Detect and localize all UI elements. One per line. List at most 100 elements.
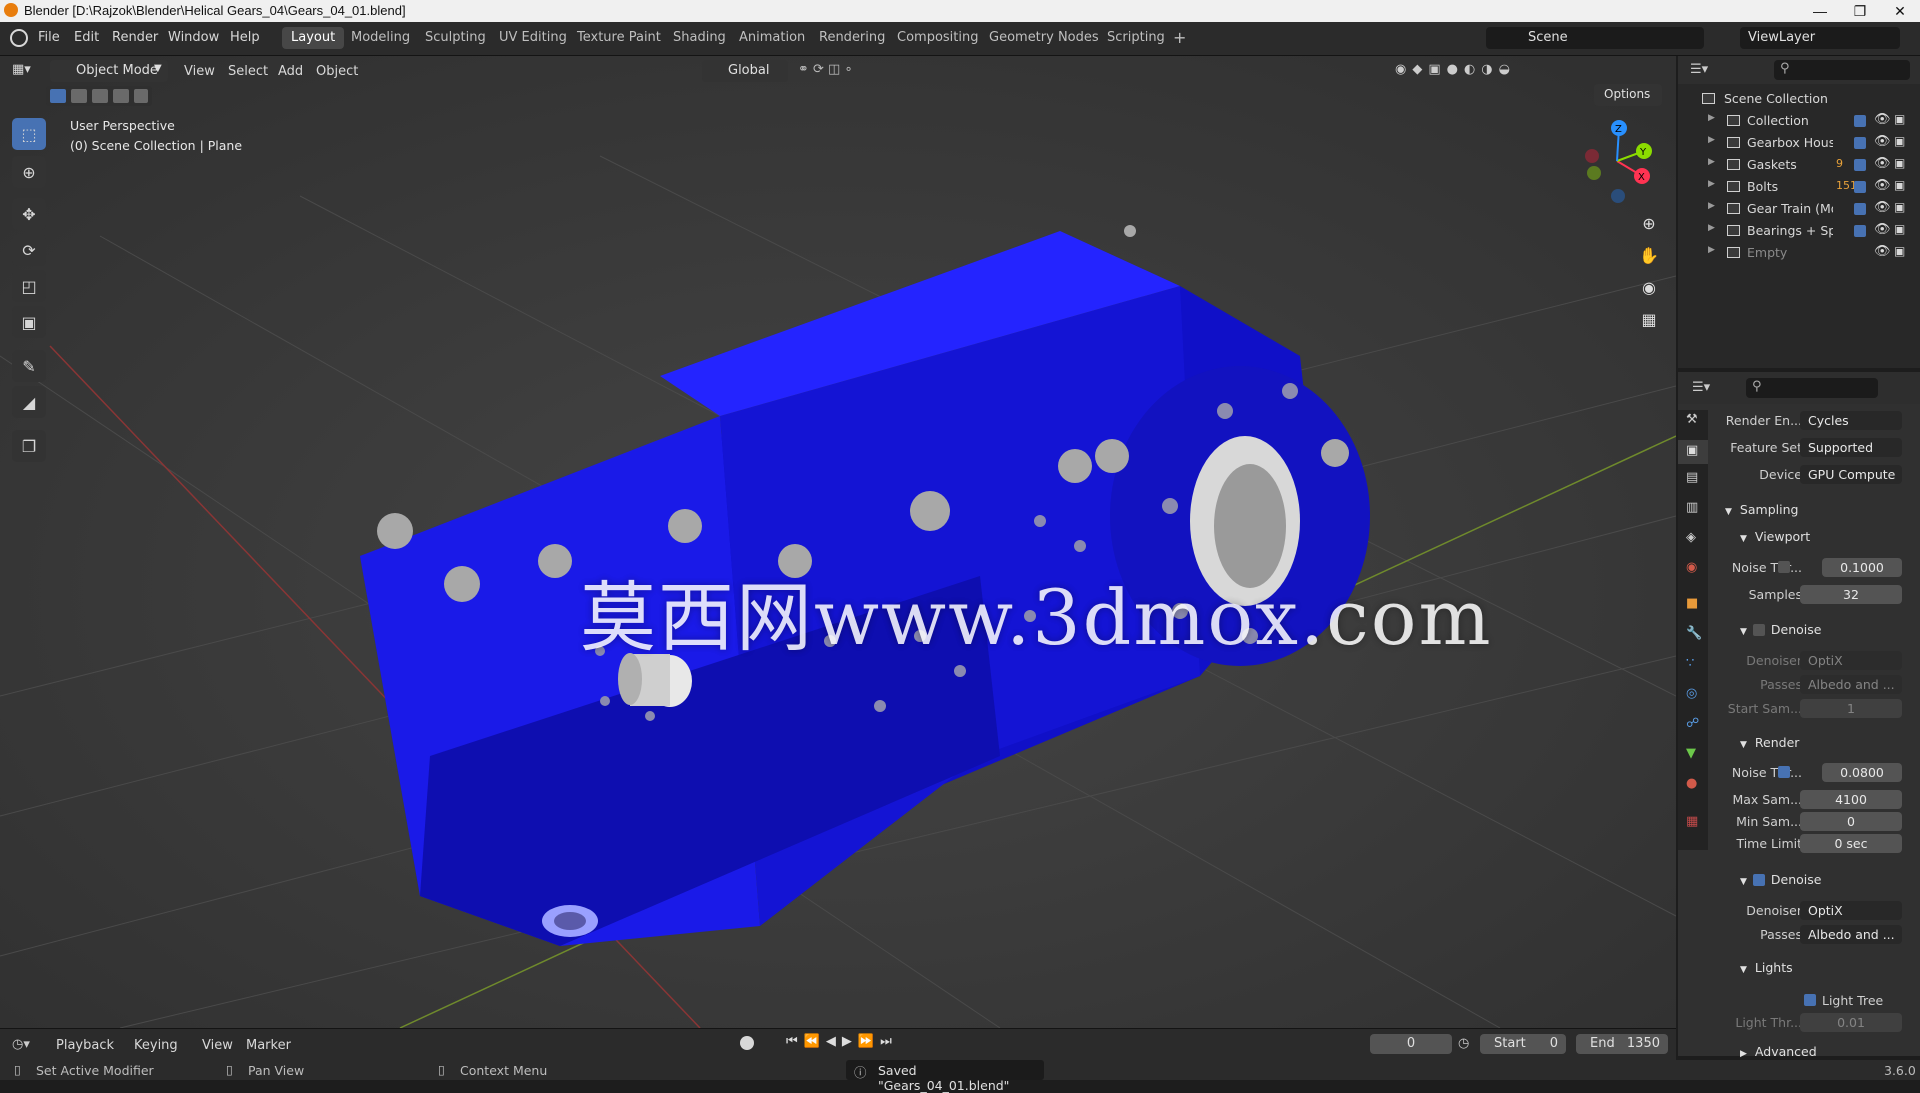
pan-hand-icon[interactable]: ✋ <box>1634 240 1664 270</box>
modifier-tab-icon[interactable]: 🔧 <box>1686 626 1702 641</box>
measure-tool[interactable]: ◢ <box>12 386 46 418</box>
minimize-icon[interactable]: — <box>1800 0 1840 22</box>
render-camera-icon[interactable]: ▣ <box>1894 156 1905 170</box>
eye-icon[interactable]: 👁 <box>1874 156 1891 171</box>
tab-sculpting[interactable]: Sculpting <box>416 27 495 49</box>
expand-arrow-icon[interactable]: ▶ <box>1708 179 1715 189</box>
data-tab-icon[interactable]: ▼ <box>1686 746 1696 761</box>
outliner-search-input[interactable]: ⚲ <box>1774 60 1910 80</box>
exclude-checkbox[interactable] <box>1854 181 1866 193</box>
expand-arrow-icon[interactable]: ▶ <box>1708 201 1715 211</box>
tab-rendering[interactable]: Rendering <box>810 27 894 49</box>
physics-tab-icon[interactable]: ◎ <box>1686 686 1697 701</box>
select-mode-buttons[interactable] <box>46 86 152 106</box>
menu-select[interactable]: Select <box>228 64 268 79</box>
outliner-item[interactable]: ▶ Bearings + Spac 👁▣ <box>1678 220 1920 242</box>
viewport-subsection[interactable]: ▼ Viewport <box>1740 529 1810 544</box>
tab-texture-paint[interactable]: Texture Paint <box>568 27 670 49</box>
eye-icon[interactable]: 👁 <box>1874 134 1891 149</box>
select-extend-icon[interactable] <box>71 89 87 103</box>
viewport-shading-icons[interactable]: ◉◆▣●◐◑◒ <box>1395 62 1665 80</box>
render-engine-dropdown[interactable]: Cycles <box>1800 411 1902 430</box>
render-camera-icon[interactable]: ▣ <box>1894 178 1905 192</box>
record-icon[interactable] <box>740 1036 754 1050</box>
scene-selector[interactable]: Scene <box>1486 27 1704 49</box>
property-value[interactable]: Albedo and ... <box>1800 675 1902 694</box>
select-box-tool[interactable]: ⬚ <box>12 118 46 150</box>
exclude-checkbox[interactable] <box>1854 159 1866 171</box>
menu-file[interactable]: File <box>38 30 60 45</box>
scene-tab-icon[interactable]: ◈ <box>1686 530 1696 545</box>
exclude-checkbox[interactable] <box>1854 137 1866 149</box>
property-value[interactable]: 32 <box>1800 585 1902 604</box>
add-cube-tool[interactable]: ❐ <box>12 430 46 462</box>
select-intersect-icon[interactable] <box>134 89 148 103</box>
feature-set-dropdown[interactable]: Supported <box>1800 438 1902 457</box>
outliner-item[interactable]: ▶ Collection 👁 ▣ <box>1678 110 1920 132</box>
rotate-tool[interactable]: ⟳ <box>12 234 46 266</box>
tab-layout[interactable]: Layout <box>282 27 345 49</box>
blender-menu-icon[interactable] <box>10 29 28 47</box>
exclude-checkbox[interactable] <box>1854 203 1866 215</box>
property-value[interactable]: 0 sec <box>1800 834 1902 853</box>
select-new-icon[interactable] <box>50 89 66 103</box>
select-invert-icon[interactable] <box>113 89 129 103</box>
property-value[interactable]: OptiX <box>1800 651 1902 670</box>
eye-icon[interactable]: 👁 <box>1874 200 1891 215</box>
outliner-item[interactable]: ▶ Gear Train (Movi 👁▣ <box>1678 198 1920 220</box>
tab-shading[interactable]: Shading <box>664 27 735 49</box>
particles-tab-icon[interactable]: ∵ <box>1686 656 1694 671</box>
render-tab[interactable]: ▣ <box>1678 440 1708 464</box>
enable-checkbox[interactable] <box>1778 561 1790 573</box>
menu-view[interactable]: View <box>184 64 215 79</box>
view-layer-tab-icon[interactable]: ▥ <box>1686 500 1698 515</box>
property-value[interactable]: 0.0800 <box>1822 763 1902 782</box>
property-value[interactable]: 4100 <box>1800 790 1902 809</box>
3d-viewport[interactable]: 莫西网www.3dmox.com ▦▾ Object Mode ▼ View S… <box>0 56 1676 1028</box>
render-camera-icon[interactable]: ▣ <box>1894 244 1905 258</box>
outliner-item[interactable]: ▶ Gaskets 9 👁 ▣ <box>1678 154 1920 176</box>
constraints-tab-icon[interactable]: ☍ <box>1686 716 1699 731</box>
tab-uv-editing[interactable]: UV Editing <box>490 27 576 49</box>
scale-tool[interactable]: ◰ <box>12 270 46 302</box>
exclude-checkbox[interactable] <box>1854 115 1866 127</box>
outliner-item[interactable]: ▶ Gearbox House 👁▣ <box>1678 132 1920 154</box>
lights-subsection[interactable]: ▼ Lights <box>1740 960 1793 975</box>
outliner-item[interactable]: ▶ Bolts 151 👁 ▣ <box>1678 176 1920 198</box>
select-subtract-icon[interactable] <box>92 89 108 103</box>
eye-icon[interactable]: 👁 <box>1874 222 1891 237</box>
transform-tool[interactable]: ▣ <box>12 306 46 338</box>
menu-keying[interactable]: Keying <box>134 1038 178 1053</box>
grid-toggle-icon[interactable]: ▦ <box>1634 304 1664 334</box>
menu-edit[interactable]: Edit <box>74 30 99 45</box>
world-tab-icon[interactable]: ◉ <box>1686 560 1697 575</box>
property-value[interactable]: 1 <box>1800 699 1902 718</box>
tool-tab-icon[interactable]: ⚒ <box>1686 412 1698 427</box>
sampling-section[interactable]: ▼ Sampling <box>1725 502 1798 517</box>
texture-tab-icon[interactable]: ▦ <box>1686 814 1698 829</box>
add-workspace-icon[interactable]: + <box>1164 27 1195 49</box>
viewport-denoise-toggle[interactable]: ▼ Denoise <box>1740 622 1821 637</box>
cursor-tool[interactable]: ⊕ <box>12 156 46 188</box>
menu-playback[interactable]: Playback <box>56 1038 114 1053</box>
close-icon[interactable]: ✕ <box>1880 0 1920 22</box>
outliner-editor-icon[interactable]: ☰▾ <box>1690 62 1708 77</box>
camera-icon[interactable]: ◉ <box>1634 272 1664 302</box>
tab-animation[interactable]: Animation <box>730 27 814 49</box>
expand-arrow-icon[interactable]: ▶ <box>1708 245 1715 255</box>
menu-help[interactable]: Help <box>230 30 260 45</box>
menu-add[interactable]: Add <box>278 64 303 79</box>
tab-modeling[interactable]: Modeling <box>342 27 419 49</box>
properties-search-input[interactable]: ⚲ <box>1746 378 1878 398</box>
eye-icon[interactable]: 👁 <box>1874 178 1891 193</box>
device-dropdown[interactable]: GPU Compute <box>1800 465 1902 484</box>
tab-scripting[interactable]: Scripting <box>1098 27 1174 49</box>
maximize-icon[interactable]: ❐ <box>1840 0 1880 22</box>
render-camera-icon[interactable]: ▣ <box>1894 112 1905 126</box>
expand-arrow-icon[interactable]: ▶ <box>1708 223 1715 233</box>
snapping-icons[interactable]: ⚭ ⟳ ◫ ∘ <box>798 62 918 80</box>
property-value[interactable]: Albedo and ... <box>1800 925 1902 944</box>
navigation-gizmo[interactable]: X Y Z <box>1572 116 1662 206</box>
options-dropdown[interactable]: Options <box>1594 84 1662 106</box>
light-tree-checkbox[interactable] <box>1804 994 1816 1006</box>
